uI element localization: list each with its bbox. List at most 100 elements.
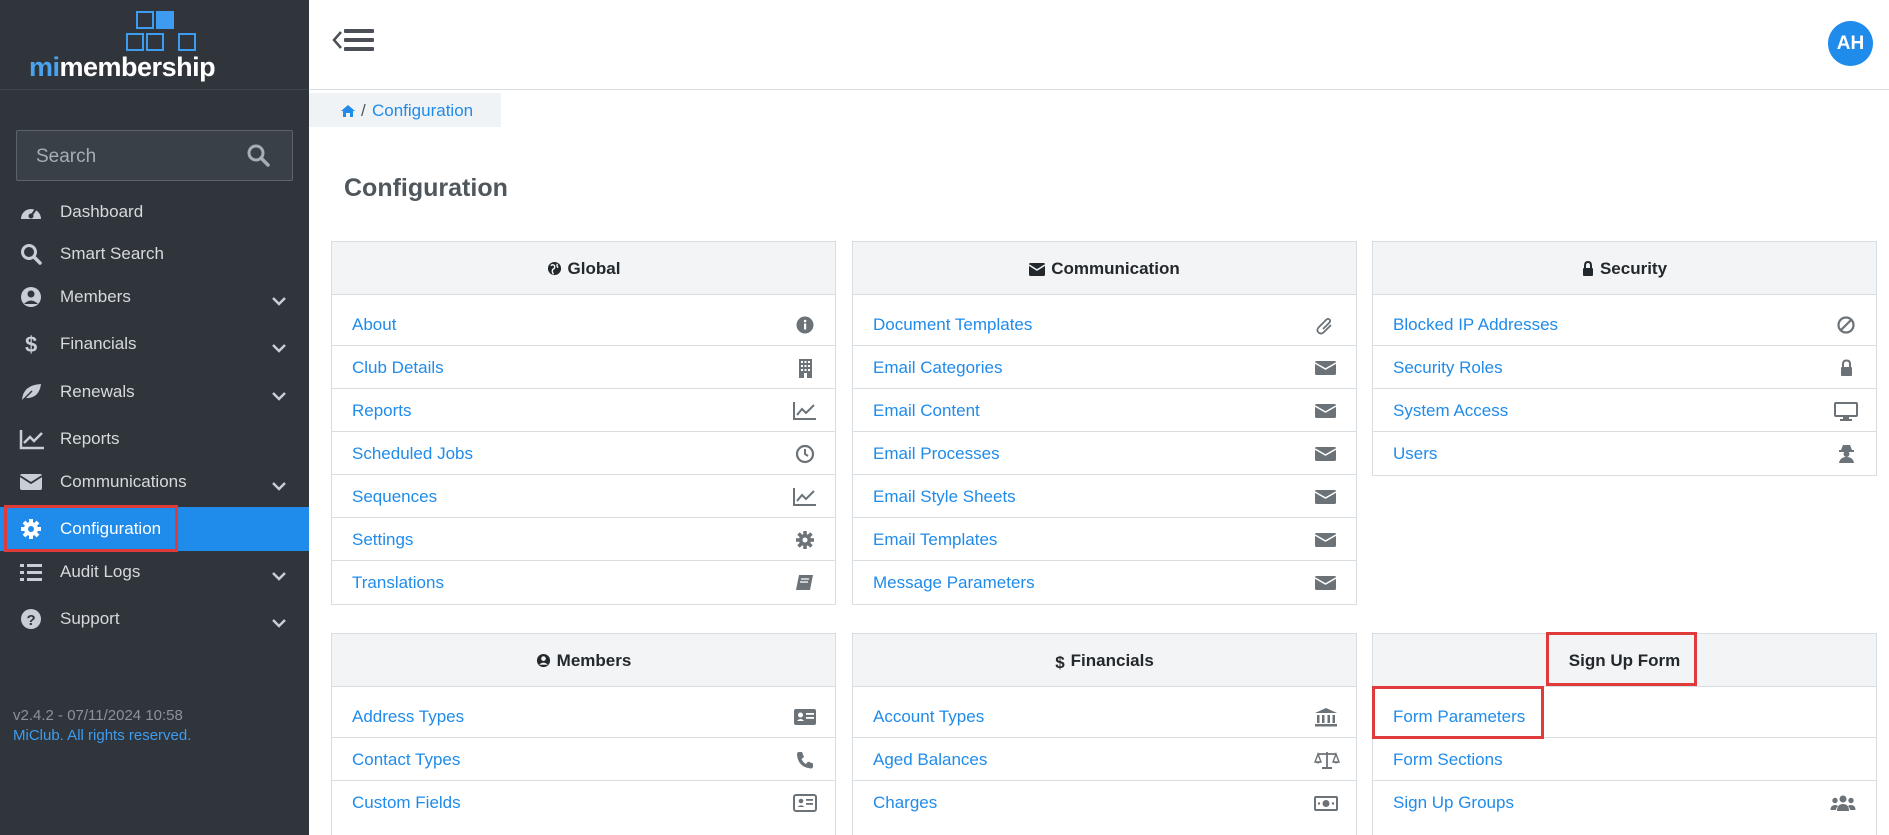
config-link-blocked-ip-addresses[interactable]: Blocked IP Addresses (1373, 303, 1876, 346)
logo-mark (126, 11, 216, 53)
config-link-translations[interactable]: Translations (332, 561, 835, 604)
sidebar-item-communications[interactable]: Communications (0, 460, 309, 504)
sidebar-item-label: Dashboard (60, 202, 144, 221)
row-label: Message Parameters (873, 573, 1035, 592)
config-link-contact-types[interactable]: Contact Types (332, 738, 835, 781)
sidebar-item-members[interactable]: Members (0, 275, 309, 319)
clock-icon (793, 444, 815, 464)
config-link-email-style-sheets[interactable]: Email Style Sheets (853, 475, 1356, 518)
row-label: System Access (1393, 401, 1509, 420)
row-label: Translations (352, 573, 444, 592)
card-title: Financials (1070, 651, 1154, 670)
sidebar-item-reports[interactable]: Reports (0, 417, 309, 461)
sidebar-toggle-icon[interactable] (332, 26, 378, 61)
config-link-email-templates[interactable]: Email Templates (853, 518, 1356, 561)
desktop-icon (1834, 401, 1858, 421)
row-label: Account Types (873, 707, 985, 726)
chevron-down-icon (271, 566, 287, 586)
sidebar-item-label: Smart Search (60, 244, 164, 263)
config-link-email-processes[interactable]: Email Processes (853, 432, 1356, 475)
app-logo[interactable]: mimembership (0, 0, 309, 90)
row-label: Email Style Sheets (873, 487, 1016, 506)
address-card-icon (793, 707, 816, 727)
envelope-icon (1314, 401, 1337, 421)
chevron-down-icon (271, 338, 287, 358)
row-label: Charges (873, 793, 938, 812)
annotation-highlight-sign-up-form (1546, 632, 1697, 686)
breadcrumb-current[interactable]: Configuration (372, 101, 473, 121)
card-title: Global (567, 259, 621, 278)
search-icon[interactable] (246, 143, 270, 172)
chevron-down-icon (271, 386, 287, 406)
card-global: Global About Club Details Reports Schedu… (331, 241, 836, 605)
card-header: Global (332, 242, 835, 295)
row-label: Aged Balances (873, 750, 988, 769)
card-header: Communication (853, 242, 1356, 295)
sidebar-item-financials[interactable]: $ Financials (0, 322, 309, 366)
config-link-about[interactable]: About (332, 303, 835, 346)
config-link-scheduled-jobs[interactable]: Scheduled Jobs (332, 432, 835, 475)
top-header: AH (309, 0, 1889, 90)
search-placeholder: Search (36, 146, 97, 167)
config-link-account-types[interactable]: Account Types (853, 695, 1356, 738)
annotation-highlight-configuration (4, 505, 178, 552)
line-chart-icon (793, 401, 816, 421)
sidebar-item-smart-search[interactable]: Smart Search (0, 232, 309, 276)
breadcrumb: / Configuration (309, 93, 501, 127)
line-chart-icon (19, 428, 44, 450)
config-link-address-types[interactable]: Address Types (332, 695, 835, 738)
row-label: Contact Types (352, 750, 461, 769)
config-link-sign-up-groups[interactable]: Sign Up Groups (1373, 781, 1876, 824)
config-link-charges[interactable]: Charges (853, 781, 1356, 824)
row-label: Address Types (352, 707, 465, 726)
config-link-sequences[interactable]: Sequences (332, 475, 835, 518)
sidebar-item-label: Renewals (60, 382, 135, 401)
row-label: Custom Fields (352, 793, 461, 812)
config-link-users[interactable]: Users (1373, 432, 1876, 475)
config-link-security-roles[interactable]: Security Roles (1373, 346, 1876, 389)
envelope-icon (1314, 487, 1337, 507)
phone-icon (793, 750, 815, 770)
sidebar-item-dashboard[interactable]: Dashboard (0, 190, 309, 234)
config-link-email-categories[interactable]: Email Categories (853, 346, 1356, 389)
globe-icon (547, 244, 562, 297)
card-header: Members (332, 634, 835, 687)
user-circle-icon (536, 636, 551, 689)
sidebar-search-input[interactable]: Search (16, 130, 293, 181)
copyright-link[interactable]: MiClub. All rights reserved. (13, 727, 191, 744)
version-text: v2.4.2 - 07/11/2024 10:58 (13, 707, 183, 724)
svg-text:?: ? (27, 612, 36, 629)
config-link-reports[interactable]: Reports (332, 389, 835, 432)
config-link-settings[interactable]: Settings (332, 518, 835, 561)
card-security: Security Blocked IP Addresses Security R… (1372, 241, 1877, 476)
sidebar-item-label: Members (60, 287, 131, 306)
chevron-down-icon (271, 476, 287, 496)
search-icon (19, 243, 43, 265)
row-label: Settings (352, 530, 414, 549)
config-link-custom-fields[interactable]: Custom Fields (332, 781, 835, 824)
user-avatar[interactable]: AH (1828, 21, 1873, 66)
annotation-highlight-form-parameters (1372, 686, 1544, 739)
sidebar-item-audit-logs[interactable]: Audit Logs (0, 550, 309, 594)
line-chart-icon (793, 487, 816, 507)
config-link-system-access[interactable]: System Access (1373, 389, 1876, 432)
card-title: Members (556, 651, 632, 670)
sidebar-item-label: Support (60, 609, 120, 628)
card-header: Security (1373, 242, 1876, 295)
config-link-form-sections[interactable]: Form Sections (1373, 738, 1876, 781)
config-link-aged-balances[interactable]: Aged Balances (853, 738, 1356, 781)
bank-icon (1314, 707, 1337, 727)
card-title: Security (1599, 259, 1668, 278)
sidebar-item-support[interactable]: ? Support (0, 597, 309, 641)
config-link-message-parameters[interactable]: Message Parameters (853, 561, 1356, 604)
config-link-club-details[interactable]: Club Details (332, 346, 835, 389)
config-link-email-content[interactable]: Email Content (853, 389, 1356, 432)
home-icon[interactable] (340, 103, 356, 123)
info-icon (793, 315, 815, 335)
sidebar-item-renewals[interactable]: Renewals (0, 370, 309, 414)
config-link-document-templates[interactable]: Document Templates (853, 303, 1356, 346)
chevron-down-icon (271, 613, 287, 633)
row-label: Document Templates (873, 315, 1033, 334)
user-secret-icon (1834, 444, 1856, 464)
row-label: Email Templates (873, 530, 998, 549)
